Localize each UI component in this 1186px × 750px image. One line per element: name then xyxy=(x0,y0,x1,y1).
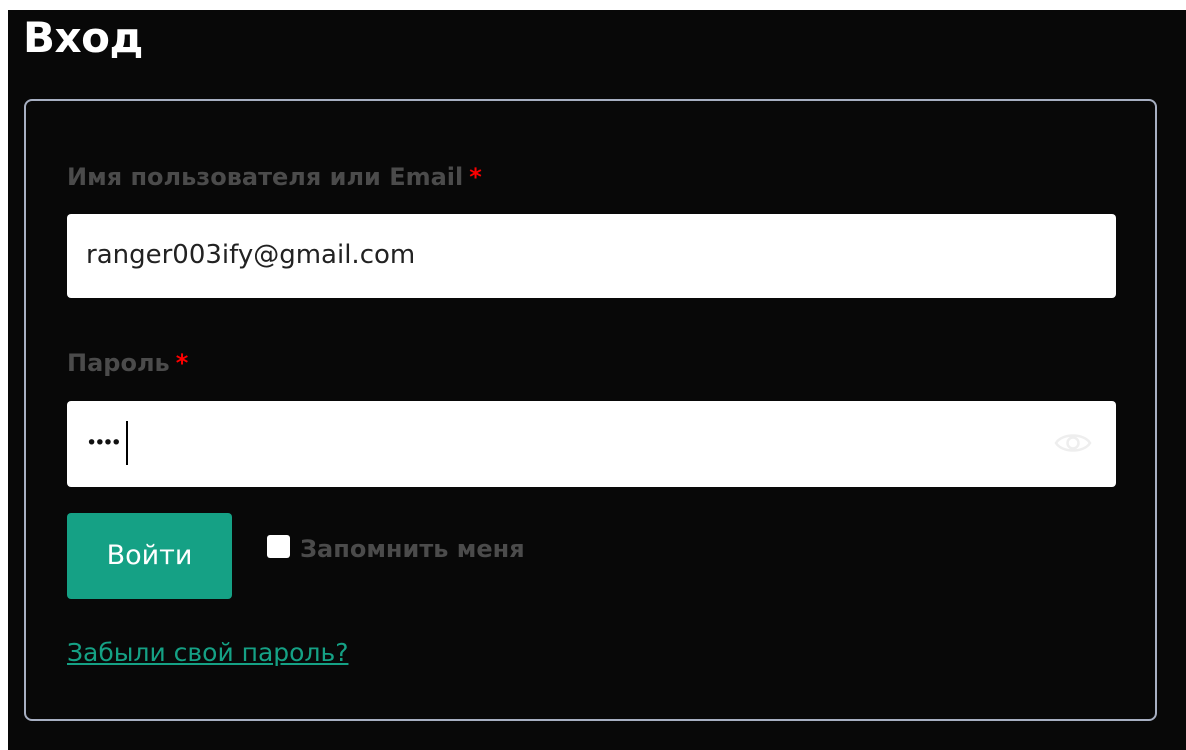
password-label: Пароль * xyxy=(67,349,188,377)
remember-me-label[interactable]: Запомнить меня xyxy=(300,534,525,564)
password-label-text: Пароль xyxy=(67,349,170,377)
username-label: Имя пользователя или Email * xyxy=(67,163,482,191)
login-page: Вход Имя пользователя или Email * ranger0… xyxy=(8,10,1186,750)
username-label-text: Имя пользователя или Email xyxy=(67,163,464,191)
required-marker: * xyxy=(175,349,189,377)
page-title: Вход xyxy=(23,13,143,62)
password-masked-value: •••• xyxy=(86,432,122,454)
remember-me-checkbox[interactable] xyxy=(267,535,290,558)
text-caret xyxy=(126,421,128,465)
required-marker: * xyxy=(469,163,482,191)
eye-icon[interactable] xyxy=(1054,429,1092,457)
username-field[interactable]: ranger003ify@gmail.com xyxy=(67,214,1116,298)
username-value: ranger003ify@gmail.com xyxy=(86,240,416,270)
login-button[interactable]: Войти xyxy=(67,513,232,599)
password-field[interactable]: •••• xyxy=(67,401,1116,487)
login-form: Имя пользователя или Email * ranger003ify… xyxy=(24,99,1157,721)
forgot-password-link[interactable]: Забыли свой пароль? xyxy=(67,636,348,670)
